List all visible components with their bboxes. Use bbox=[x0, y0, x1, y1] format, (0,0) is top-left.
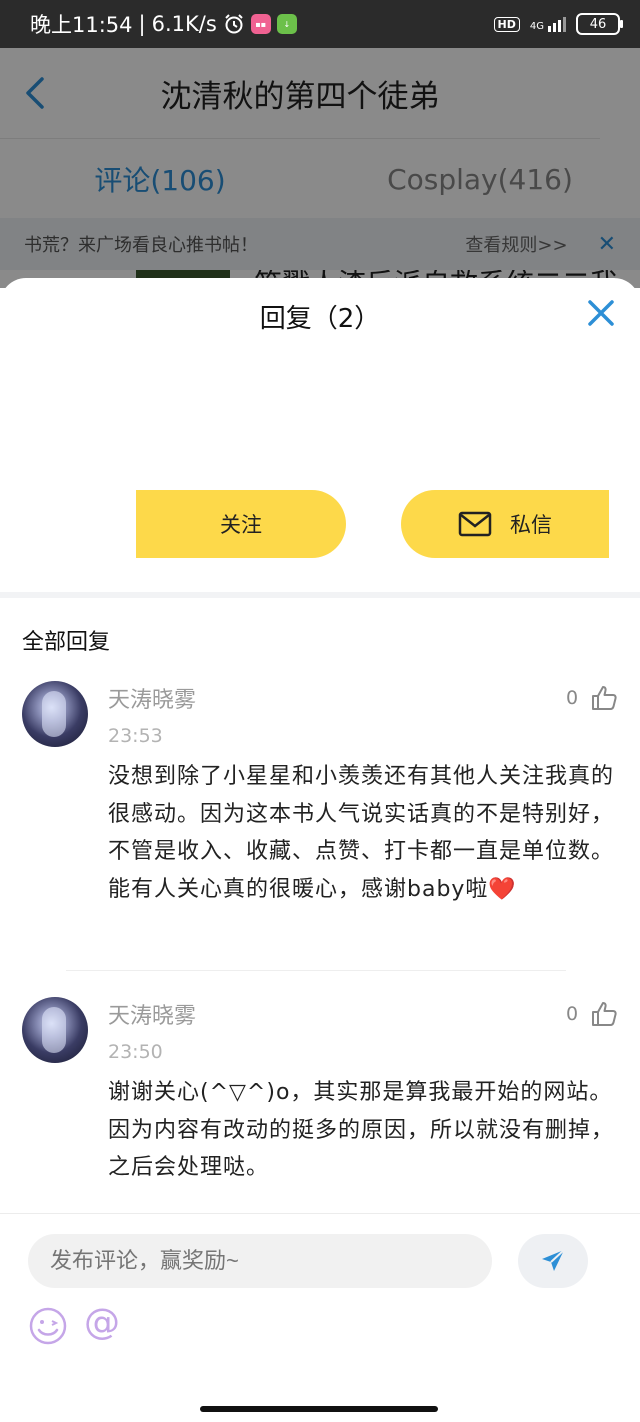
like-count: 0 bbox=[566, 1003, 579, 1025]
close-icon[interactable] bbox=[586, 298, 616, 328]
sheet-title: 回复（2） bbox=[259, 304, 381, 334]
comment-time: 23:53 bbox=[108, 725, 163, 747]
status-speed: 6.1K/s bbox=[151, 12, 217, 36]
mail-icon bbox=[458, 511, 492, 537]
home-indicator[interactable] bbox=[200, 1406, 438, 1412]
avatar[interactable] bbox=[22, 681, 88, 747]
comment-text: 没想到除了小星星和小羡羡还有其他人关注我真的很感动。因为这本书人气说实话真的不是… bbox=[108, 764, 615, 902]
message-label: 私信 bbox=[510, 513, 552, 537]
avatar[interactable] bbox=[22, 997, 88, 1063]
section-divider bbox=[0, 592, 640, 598]
alarm-icon bbox=[223, 13, 245, 35]
comment-divider bbox=[66, 970, 566, 971]
dim-overlay[interactable] bbox=[0, 48, 640, 288]
signal-icon: 4G bbox=[529, 16, 566, 32]
battery-level: 46 bbox=[589, 16, 607, 32]
private-message-button[interactable]: 私信 bbox=[401, 490, 609, 558]
comment-input-bar: @ bbox=[0, 1213, 640, 1399]
comment-text: 谢谢关心(^▽^)o，其实那是算我最开始的网站。因为内容有改动的挺多的原因，所以… bbox=[108, 1080, 615, 1180]
download-app-icon: ↓ bbox=[276, 14, 297, 34]
send-button[interactable] bbox=[518, 1234, 588, 1288]
section-title: 全部回复 bbox=[22, 630, 111, 655]
thumbs-up-icon bbox=[592, 686, 617, 710]
mention-icon[interactable]: @ bbox=[84, 1302, 120, 1343]
battery-icon: 46 bbox=[576, 13, 623, 35]
network-type: 4G bbox=[529, 20, 544, 32]
hd-icon: HD bbox=[493, 16, 520, 32]
follow-button[interactable]: 关注 bbox=[136, 490, 346, 558]
like-count: 0 bbox=[566, 687, 579, 709]
like-button[interactable]: 0 bbox=[566, 1000, 618, 1028]
comment-author[interactable]: 天涛晓雾 bbox=[108, 682, 196, 714]
comment-author[interactable]: 天涛晓雾 bbox=[108, 998, 196, 1030]
emoji-icon[interactable] bbox=[28, 1306, 68, 1346]
thumbs-up-icon bbox=[592, 1002, 617, 1026]
like-button[interactable]: 0 bbox=[566, 684, 618, 712]
status-time: 晚上11:54 bbox=[30, 13, 133, 37]
comment-time: 23:50 bbox=[108, 1041, 163, 1063]
send-icon bbox=[542, 1249, 565, 1271]
follow-label: 关注 bbox=[220, 513, 262, 537]
comment-input[interactable] bbox=[28, 1234, 492, 1288]
status-bar: 晚上11:54 | 6.1K/s ▪▪ ↓ HD 4G 46 bbox=[0, 0, 640, 48]
bilibili-app-icon: ▪▪ bbox=[250, 14, 271, 34]
